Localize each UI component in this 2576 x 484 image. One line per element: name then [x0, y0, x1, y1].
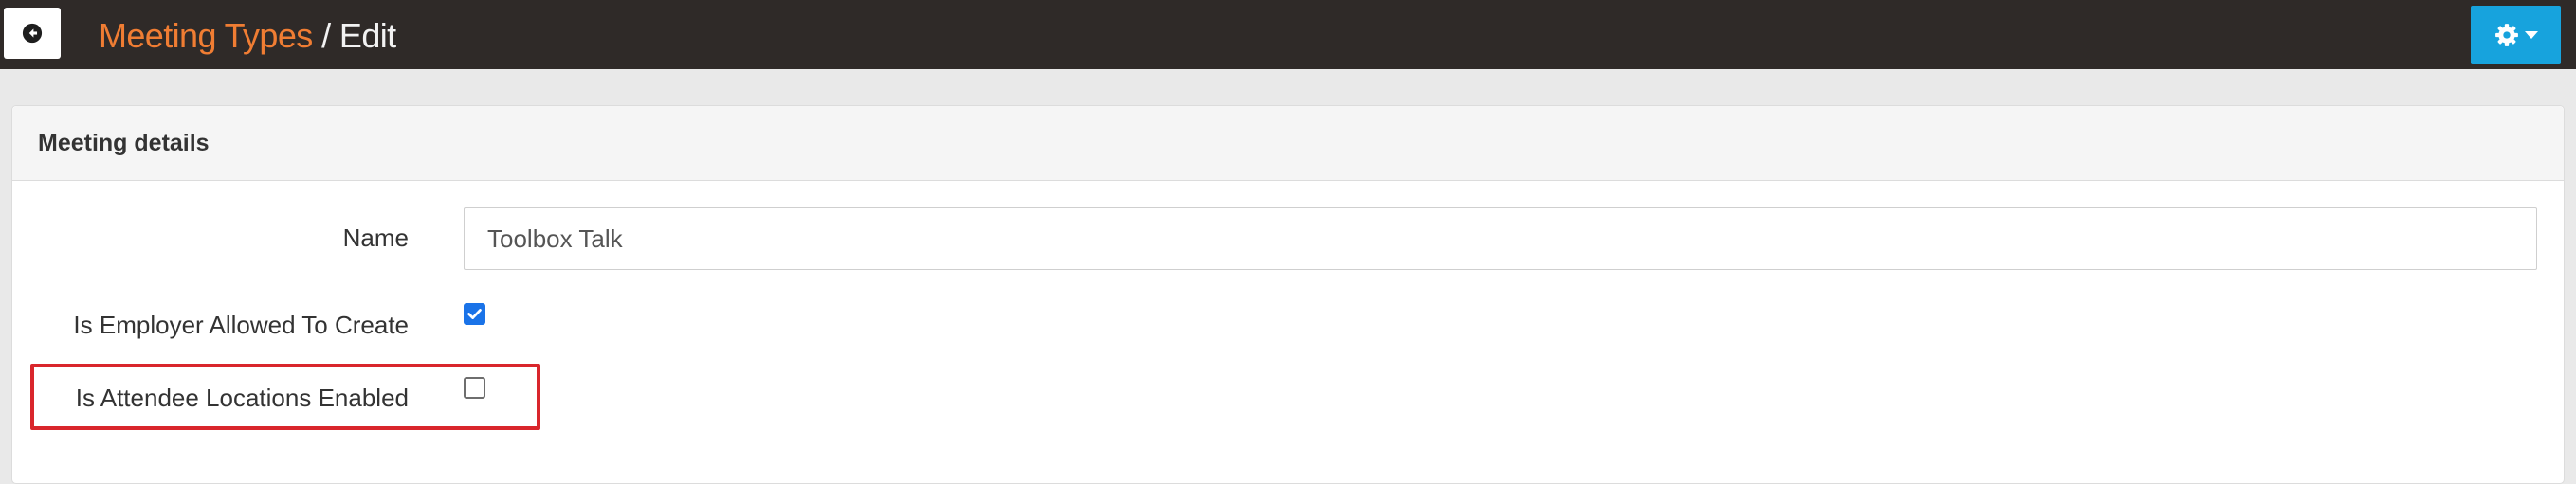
arrow-left-circle-icon [22, 23, 43, 44]
breadcrumb-current-page: Edit [338, 16, 396, 55]
panel-title: Meeting details [38, 129, 210, 156]
gear-icon [2494, 24, 2518, 46]
breadcrumb-meeting-types-link[interactable]: Meeting Types [99, 16, 313, 55]
top-navigation-bar: Meeting Types / Edit [0, 0, 2576, 69]
checkmark-icon [467, 309, 482, 319]
panel-header: Meeting details [12, 106, 2564, 181]
employer-allowed-checkbox[interactable] [464, 303, 485, 325]
employer-allowed-label: Is Employer Allowed To Create [73, 311, 409, 339]
back-button[interactable] [4, 8, 61, 59]
name-label: Name [342, 224, 409, 252]
settings-dropdown-button[interactable] [2471, 6, 2561, 64]
page-title: Meeting Types / Edit [99, 15, 396, 57]
highlight-annotation-box [30, 364, 540, 430]
name-input[interactable] [464, 207, 2537, 270]
breadcrumb-separator: / [312, 16, 339, 55]
chevron-down-icon [2524, 30, 2538, 39]
